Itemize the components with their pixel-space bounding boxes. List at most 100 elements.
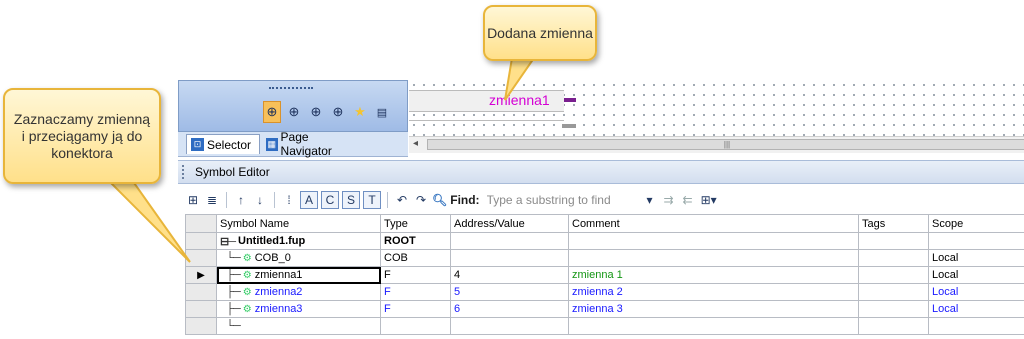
symbol-name-cell[interactable]: ├─ ⚙ zmienna2 <box>216 283 381 301</box>
scope-cell[interactable]: Local <box>928 266 1024 284</box>
comment-cell[interactable] <box>568 249 859 267</box>
panel-menu-icon[interactable]: ▤ <box>373 101 391 123</box>
find-prev-icon[interactable]: ⇇ <box>680 191 696 209</box>
fbox-output2-icon[interactable]: ⊕ <box>329 101 347 123</box>
panel-grip[interactable] <box>269 87 313 92</box>
horizontal-scrollbar[interactable]: ◂ ||| <box>409 136 1024 153</box>
header-grip[interactable] <box>182 165 190 179</box>
comment-cell[interactable]: zmienna 2 <box>568 283 859 301</box>
tags-cell[interactable] <box>858 249 929 267</box>
table-row-new[interactable]: └─ <box>185 317 1024 335</box>
row-header[interactable] <box>185 249 217 267</box>
symbol-table: Symbol Name Type Address/Value Comment T… <box>185 214 1024 335</box>
move-up-icon[interactable]: ↑ <box>233 191 249 209</box>
address-cell[interactable] <box>450 249 569 267</box>
collapse-icon[interactable]: ⊟─ <box>220 235 236 248</box>
find-label-text: Find: <box>450 193 480 207</box>
row-header[interactable] <box>185 232 217 250</box>
filter-a-button[interactable]: A <box>300 191 318 209</box>
list-view-icon[interactable]: ≣ <box>204 191 220 209</box>
indent-icon[interactable]: ⁞ <box>281 191 297 209</box>
row-pointer-icon[interactable]: ▶ <box>185 266 217 284</box>
tab-page-navigator[interactable]: ▦ Page Navigator <box>262 130 358 158</box>
tree-branch-icon: ├─ <box>220 286 241 298</box>
address-cell[interactable] <box>450 232 569 250</box>
scope-cell[interactable]: Local <box>928 300 1024 318</box>
comment-cell[interactable]: zmienna 1 <box>568 266 859 284</box>
star-icon[interactable]: ★ <box>351 101 369 123</box>
column-header[interactable]: Address/Value <box>450 214 569 233</box>
fbox-input-icon[interactable]: ⊕ <box>263 101 281 123</box>
fbox-connector-icon[interactable]: ⊕ <box>307 101 325 123</box>
redo-icon[interactable]: ↷ <box>413 191 429 209</box>
type-cell[interactable] <box>380 317 451 335</box>
row-header[interactable] <box>185 283 217 301</box>
type-cell[interactable]: F <box>380 300 451 318</box>
address-cell[interactable] <box>450 317 569 335</box>
tags-cell[interactable] <box>858 283 929 301</box>
fupla-canvas[interactable]: zmienna1 <box>409 80 1024 136</box>
move-down-icon[interactable]: ↓ <box>252 191 268 209</box>
symbol-name-cell[interactable]: ├─ ⚙ zmienna3 <box>216 300 381 318</box>
tags-cell[interactable] <box>858 232 929 250</box>
search-icon: 🔍︎ <box>432 193 448 207</box>
fbox-output-icon[interactable]: ⊕ <box>285 101 303 123</box>
type-cell[interactable]: F <box>380 266 451 284</box>
connector-pin[interactable] <box>564 98 576 102</box>
table-row[interactable]: ├─ ⚙ zmienna2 F 5 zmienna 2 Local <box>185 283 1024 301</box>
filter-c-button[interactable]: C <box>321 191 339 209</box>
tags-cell[interactable] <box>858 266 929 284</box>
symbol-icon: ⚙ <box>242 303 252 315</box>
scope-cell[interactable] <box>928 232 1024 250</box>
add-symbol-icon[interactable]: ⊞▾ <box>699 191 719 209</box>
table-row[interactable]: └─ ⚙ COB_0 COB Local <box>185 249 1024 267</box>
table-row-selected[interactable]: ▶ ├─ ⚙ zmienna1 F 4 zmienna 1 Local <box>185 266 1024 284</box>
symbol-name-cell[interactable]: └─ ⚙ COB_0 <box>216 249 381 267</box>
tree-view-icon[interactable]: ⊞ <box>185 191 201 209</box>
scope-cell[interactable] <box>928 317 1024 335</box>
filter-s-button[interactable]: S <box>342 191 360 209</box>
column-header[interactable]: Scope <box>928 214 1024 233</box>
callout-drag-instruction: Zaznaczamy zmienną i przeciągamy ją do k… <box>3 88 161 184</box>
scroll-thumb[interactable]: ||| <box>427 139 1024 150</box>
row-header[interactable] <box>185 317 217 335</box>
column-header[interactable]: Type <box>380 214 451 233</box>
comment-cell[interactable] <box>568 317 859 335</box>
type-cell[interactable]: COB <box>380 249 451 267</box>
selector-icon: ⊡ <box>191 138 204 151</box>
scope-cell[interactable]: Local <box>928 283 1024 301</box>
filter-t-button[interactable]: T <box>363 191 381 209</box>
column-header[interactable]: Comment <box>568 214 859 233</box>
type-cell[interactable]: ROOT <box>380 232 451 250</box>
comment-cell[interactable] <box>568 232 859 250</box>
find-dropdown-icon[interactable]: ▾ <box>642 191 658 209</box>
symbol-name-cell[interactable]: └─ <box>216 317 381 335</box>
row-header[interactable] <box>185 300 217 318</box>
table-row[interactable]: ⊟─ Untitled1.fup ROOT <box>185 232 1024 250</box>
tags-cell[interactable] <box>858 300 929 318</box>
tags-cell[interactable] <box>858 317 929 335</box>
tree-branch-icon: ├─ <box>220 269 241 281</box>
symbol-name-cell[interactable]: ├─ ⚙ zmienna1 <box>216 266 381 284</box>
undo-icon[interactable]: ↶ <box>394 191 410 209</box>
comment-cell[interactable]: zmienna 3 <box>568 300 859 318</box>
symbol-name: zmienna3 <box>254 303 303 315</box>
toolbar-separator <box>387 192 388 208</box>
symbol-icon: ⚙ <box>242 269 252 281</box>
address-cell[interactable]: 4 <box>450 266 569 284</box>
address-cell[interactable]: 5 <box>450 283 569 301</box>
table-row[interactable]: ├─ ⚙ zmienna3 F 6 zmienna 3 Local <box>185 300 1024 318</box>
row-header-corner <box>185 214 217 233</box>
column-header[interactable]: Symbol Name <box>216 214 381 233</box>
type-cell[interactable]: F <box>380 283 451 301</box>
symbol-name-cell[interactable]: ⊟─ Untitled1.fup <box>216 232 381 250</box>
address-cell[interactable]: 6 <box>450 300 569 318</box>
tab-selector[interactable]: ⊡ Selector <box>186 134 260 154</box>
scroll-left-icon[interactable]: ◂ <box>413 138 418 149</box>
find-next-icon[interactable]: ⇉ <box>661 191 677 209</box>
connector-pin-empty[interactable] <box>562 124 576 128</box>
find-input[interactable] <box>482 191 639 209</box>
column-header[interactable]: Tags <box>858 214 929 233</box>
canvas-variable-label[interactable]: zmienna1 <box>489 92 550 108</box>
scope-cell[interactable]: Local <box>928 249 1024 267</box>
